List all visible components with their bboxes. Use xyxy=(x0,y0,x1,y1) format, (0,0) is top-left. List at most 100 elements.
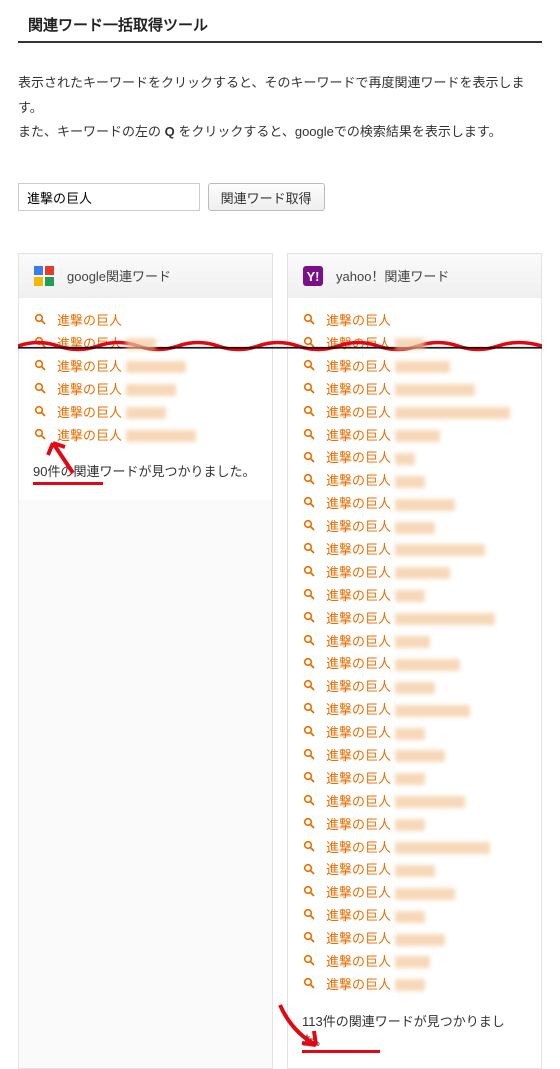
search-icon[interactable] xyxy=(302,725,316,742)
keyword-row: 進撃の巨人 xyxy=(33,402,258,425)
keyword-row: 進撃の巨人 xyxy=(302,837,527,860)
keyword-row: 進撃の巨人 xyxy=(302,699,527,722)
search-icon[interactable] xyxy=(302,588,316,605)
keyword-row: 進撃の巨人 xyxy=(302,493,527,516)
keyword-row: 進撃の巨人 xyxy=(302,447,527,470)
search-icon[interactable] xyxy=(302,565,316,582)
keyword-link[interactable]: 進撃の巨人 xyxy=(326,977,391,994)
keyword-row: 進撃の巨人 xyxy=(302,608,527,631)
keyword-row: 進撃の巨人 xyxy=(302,791,527,814)
keyword-link[interactable]: 進撃の巨人 xyxy=(326,450,391,467)
keyword-link[interactable]: 進撃の巨人 xyxy=(326,565,391,582)
keyword-link[interactable]: 進撃の巨人 xyxy=(57,336,122,353)
search-icon[interactable] xyxy=(302,794,316,811)
search-icon[interactable] xyxy=(302,885,316,902)
search-icon[interactable] xyxy=(302,496,316,513)
search-icon[interactable] xyxy=(302,771,316,788)
keyword-row: 進撃の巨人 xyxy=(302,470,527,493)
keyword-link[interactable]: 進撃の巨人 xyxy=(326,748,391,765)
search-icon[interactable] xyxy=(302,840,316,857)
keyword-row: 進撃の巨人 xyxy=(302,402,527,425)
search-icon[interactable] xyxy=(33,382,47,399)
search-icon[interactable] xyxy=(302,634,316,651)
search-icon[interactable] xyxy=(302,863,316,880)
keyword-link[interactable]: 進撃の巨人 xyxy=(326,862,391,879)
keyword-link[interactable]: 進撃の巨人 xyxy=(326,473,391,490)
google-header-label: google関連ワード xyxy=(67,266,171,285)
keyword-link[interactable]: 進撃の巨人 xyxy=(57,382,122,399)
keyword-link[interactable]: 進撃の巨人 xyxy=(326,428,391,445)
search-icon[interactable] xyxy=(302,748,316,765)
search-icon[interactable] xyxy=(302,428,316,445)
keyword-row: 進撃の巨人 xyxy=(302,356,527,379)
keyword-link[interactable]: 進撃の巨人 xyxy=(57,359,122,376)
search-icon[interactable] xyxy=(302,473,316,490)
svg-text:Y!: Y! xyxy=(307,269,320,284)
google-panel-body: 進撃の巨人進撃の巨人進撃の巨人進撃の巨人進撃の巨人進撃の巨人90件の関連ワードが… xyxy=(19,298,272,500)
keyword-link[interactable]: 進撃の巨人 xyxy=(326,908,391,925)
keyword-link[interactable]: 進撃の巨人 xyxy=(326,542,391,559)
keyword-link[interactable]: 進撃の巨人 xyxy=(326,794,391,811)
google-panel: google関連ワード 進撃の巨人進撃の巨人進撃の巨人進撃の巨人進撃の巨人進撃の… xyxy=(18,253,273,1069)
google-panel-header: google関連ワード xyxy=(19,254,272,298)
blurred-suffix xyxy=(395,499,455,511)
search-icon[interactable] xyxy=(302,405,316,422)
keyword-link[interactable]: 進撃の巨人 xyxy=(326,656,391,673)
keyword-link[interactable]: 進撃の巨人 xyxy=(326,519,391,536)
keyword-link[interactable]: 進撃の巨人 xyxy=(326,405,391,422)
search-icon[interactable] xyxy=(33,313,47,330)
blurred-suffix xyxy=(395,659,460,671)
keyword-row: 進撃の巨人 xyxy=(33,356,258,379)
blurred-suffix xyxy=(126,430,196,442)
search-icon[interactable] xyxy=(302,931,316,948)
search-icon[interactable] xyxy=(302,702,316,719)
keyword-link[interactable]: 進撃の巨人 xyxy=(326,679,391,696)
search-icon[interactable] xyxy=(302,657,316,674)
search-icon[interactable] xyxy=(302,382,316,399)
keyword-row: 進撃の巨人 xyxy=(33,310,258,333)
search-icon[interactable] xyxy=(302,611,316,628)
keyword-link[interactable]: 進撃の巨人 xyxy=(57,405,122,422)
keyword-link[interactable]: 進撃の巨人 xyxy=(326,611,391,628)
keyword-input[interactable] xyxy=(18,183,200,211)
keyword-link[interactable]: 進撃の巨人 xyxy=(57,428,122,445)
blurred-suffix xyxy=(395,750,445,762)
search-icon[interactable] xyxy=(302,908,316,925)
search-icon[interactable] xyxy=(33,405,47,422)
blurred-suffix xyxy=(395,911,425,923)
search-icon[interactable] xyxy=(302,679,316,696)
search-icon[interactable] xyxy=(33,336,47,353)
keyword-row: 進撃の巨人 xyxy=(302,859,527,882)
keyword-link[interactable]: 進撃の巨人 xyxy=(326,771,391,788)
keyword-link[interactable]: 進撃の巨人 xyxy=(326,725,391,742)
keyword-link[interactable]: 進撃の巨人 xyxy=(326,336,391,353)
search-icon[interactable] xyxy=(302,954,316,971)
blurred-suffix xyxy=(126,384,176,396)
keyword-link[interactable]: 進撃の巨人 xyxy=(326,954,391,971)
keyword-link[interactable]: 進撃の巨人 xyxy=(326,313,391,330)
keyword-link[interactable]: 進撃の巨人 xyxy=(326,382,391,399)
search-icon[interactable] xyxy=(33,359,47,376)
keyword-link[interactable]: 進撃の巨人 xyxy=(326,496,391,513)
yahoo-panel: Y! yahoo！関連ワード 進撃の巨人進撃の巨人進撃の巨人進撃の巨人進撃の巨人… xyxy=(287,253,542,1069)
search-icon[interactable] xyxy=(302,336,316,353)
keyword-link[interactable]: 進撃の巨人 xyxy=(326,359,391,376)
google-icon xyxy=(33,265,55,287)
search-icon[interactable] xyxy=(302,519,316,536)
keyword-link[interactable]: 進撃の巨人 xyxy=(326,840,391,857)
keyword-link[interactable]: 進撃の巨人 xyxy=(326,702,391,719)
keyword-link[interactable]: 進撃の巨人 xyxy=(326,634,391,651)
search-icon[interactable] xyxy=(302,359,316,376)
keyword-link[interactable]: 進撃の巨人 xyxy=(326,931,391,948)
search-icon[interactable] xyxy=(302,451,316,468)
search-icon[interactable] xyxy=(302,542,316,559)
keyword-link[interactable]: 進撃の巨人 xyxy=(57,313,122,330)
search-icon[interactable] xyxy=(302,977,316,994)
search-button[interactable]: 関連ワード取得 xyxy=(208,183,325,211)
keyword-link[interactable]: 進撃の巨人 xyxy=(326,885,391,902)
search-icon[interactable] xyxy=(302,313,316,330)
keyword-link[interactable]: 進撃の巨人 xyxy=(326,817,391,834)
search-icon[interactable] xyxy=(33,428,47,445)
keyword-link[interactable]: 進撃の巨人 xyxy=(326,588,391,605)
results-columns: google関連ワード 進撃の巨人進撃の巨人進撃の巨人進撃の巨人進撃の巨人進撃の… xyxy=(18,253,542,1069)
